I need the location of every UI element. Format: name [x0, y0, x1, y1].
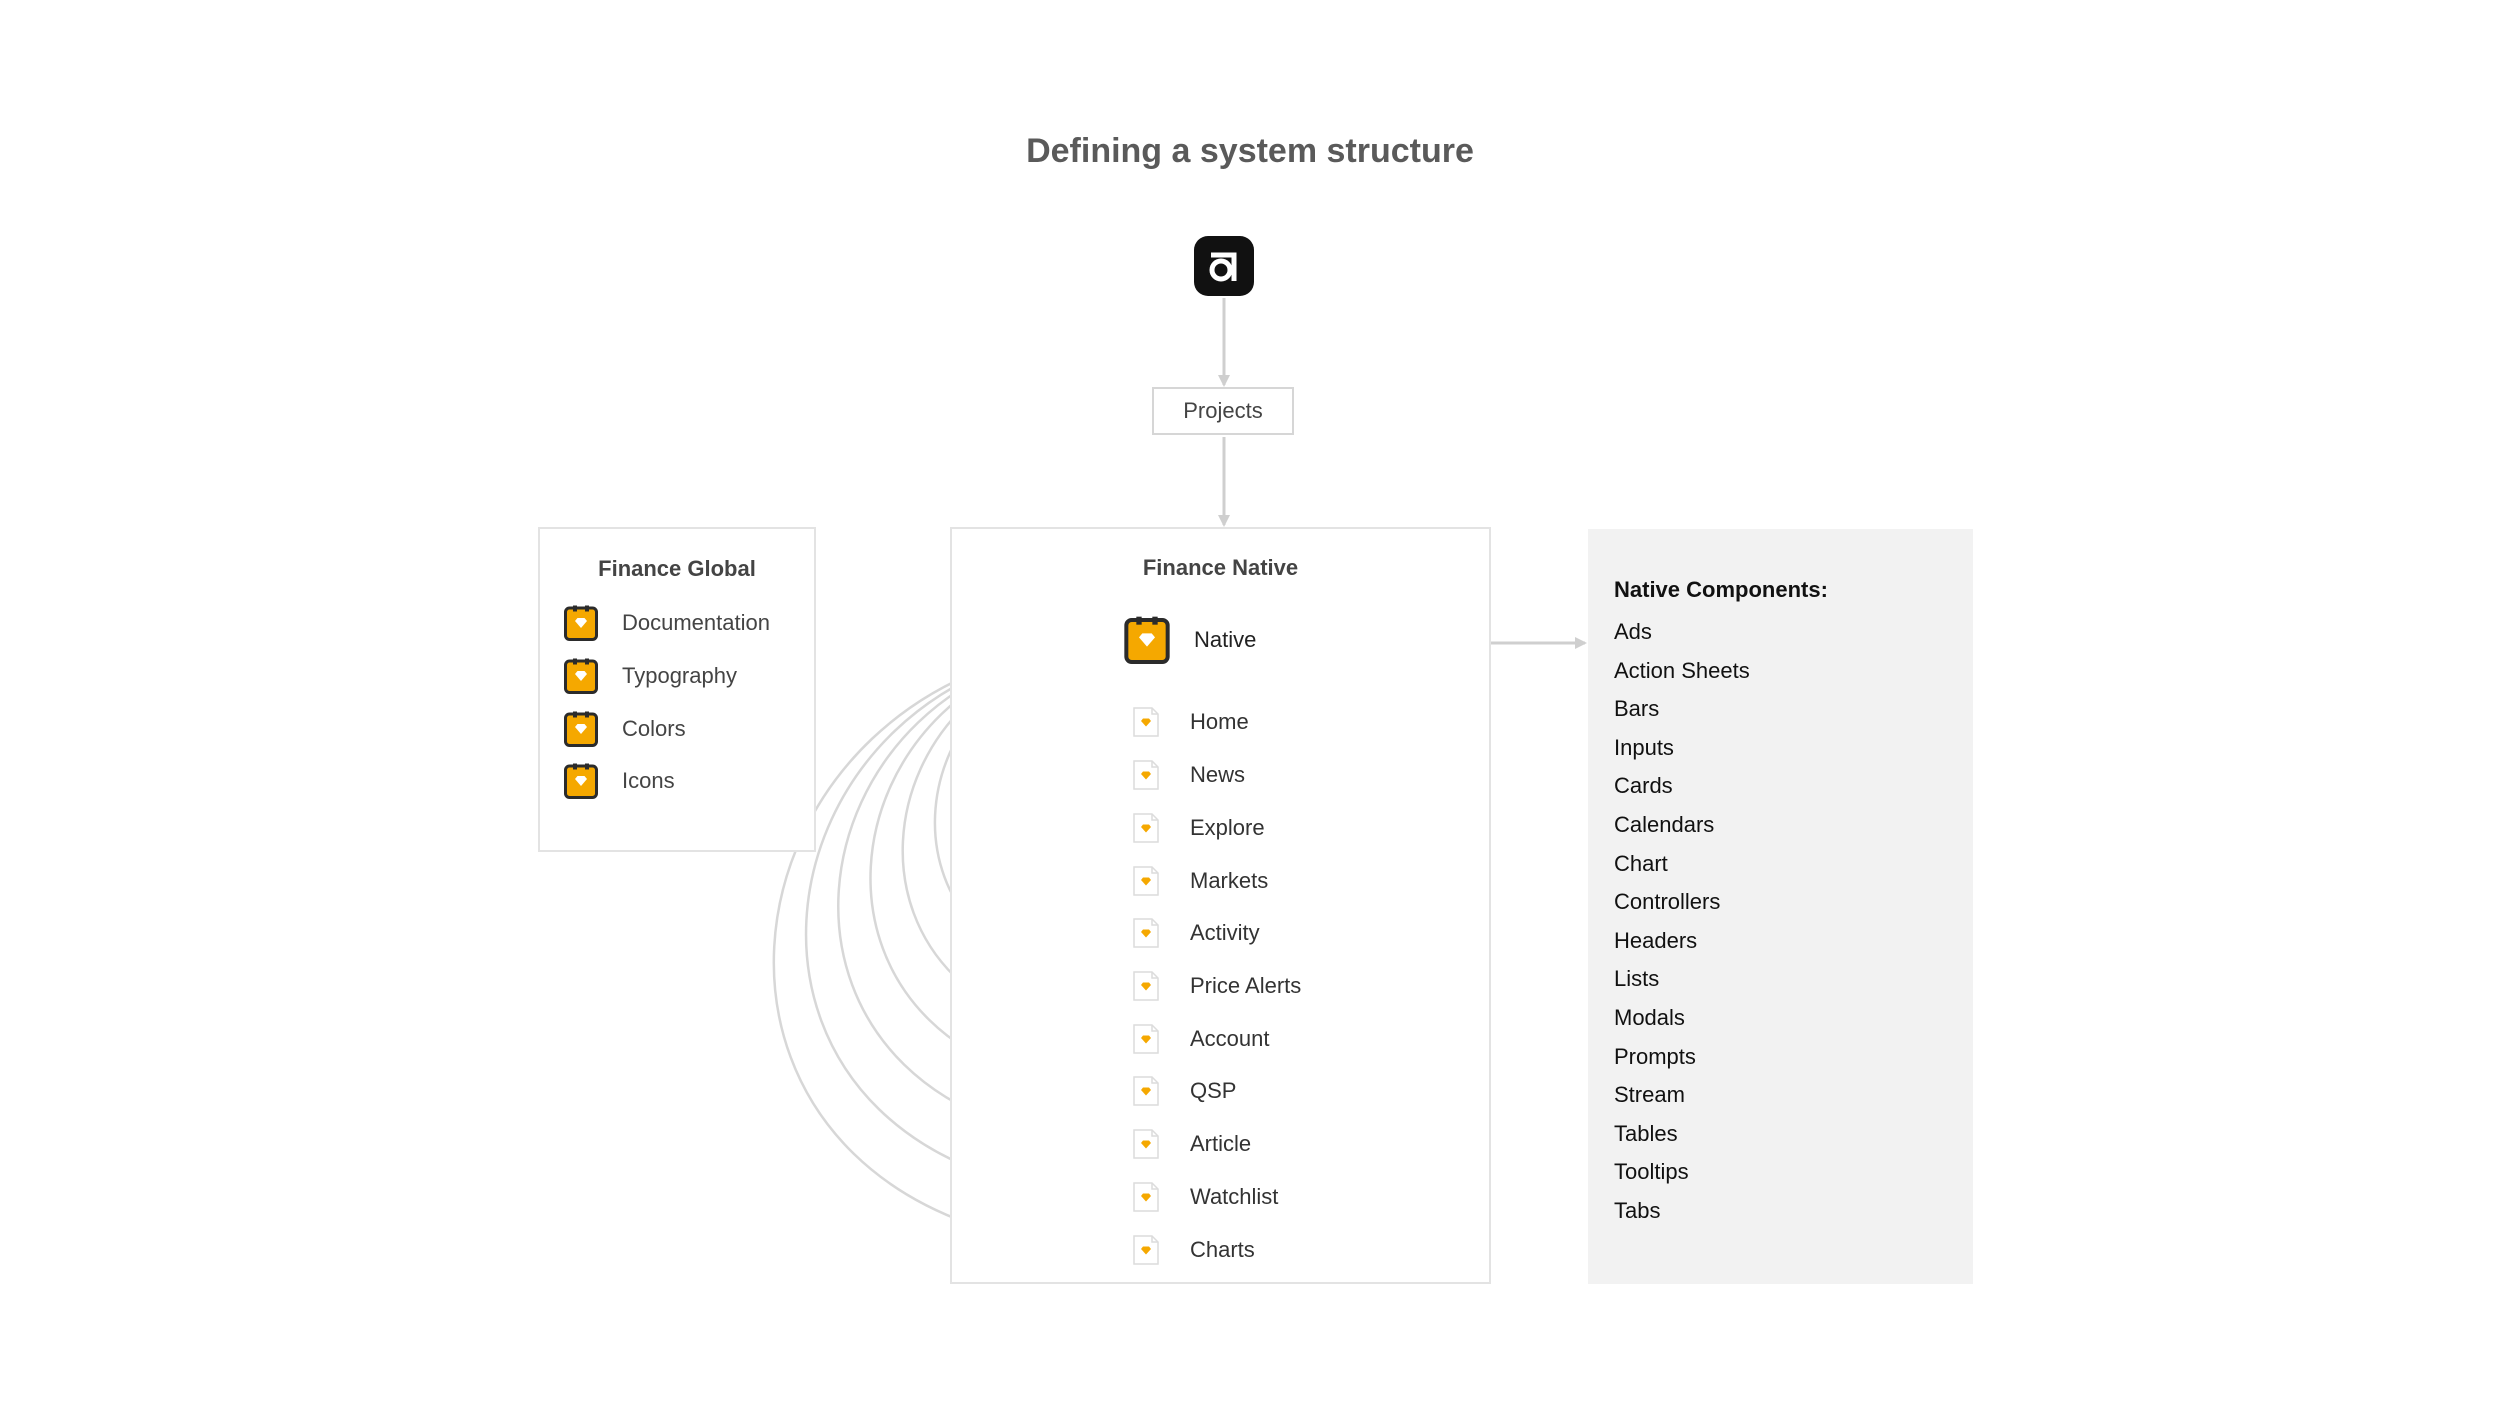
page-item-home[interactable]: Home: [1132, 706, 1249, 738]
component-item: Tabs: [1614, 1197, 1661, 1223]
global-item-typography[interactable]: Typography: [564, 658, 737, 694]
sketch-file-icon: [1132, 706, 1160, 738]
component-item: Tooltips: [1614, 1159, 1689, 1185]
page-item-label: Markets: [1190, 868, 1269, 893]
native-components-panel: Native Components: Ads Action Sheets Bar…: [1588, 529, 1973, 1284]
component-item: Modals: [1614, 1004, 1685, 1030]
sketch-library-icon: [1124, 616, 1170, 664]
sketch-file-icon: [1132, 1075, 1160, 1107]
sketch-library-icon: [564, 711, 598, 747]
page-item-price-alerts[interactable]: Price Alerts: [1132, 970, 1301, 1002]
page-item-label: Account: [1190, 1026, 1270, 1051]
native-components-list: Ads Action Sheets Bars Inputs Cards Cale…: [1614, 613, 1750, 1231]
native-library-label: Native: [1194, 627, 1257, 652]
component-item: Ads: [1614, 619, 1652, 644]
page-item-qsp[interactable]: QSP: [1132, 1075, 1236, 1107]
page-item-explore[interactable]: Explore: [1132, 812, 1265, 844]
page-item-label: Home: [1190, 709, 1249, 734]
component-item: Cards: [1614, 773, 1673, 799]
page-item-charts[interactable]: Charts: [1132, 1234, 1255, 1266]
sketch-library-icon: [564, 658, 598, 694]
page-item-label: Article: [1190, 1131, 1252, 1156]
page-item-news[interactable]: News: [1132, 759, 1245, 791]
page-item-activity[interactable]: Activity: [1132, 917, 1260, 949]
page-item-label: Charts: [1190, 1237, 1255, 1262]
component-item: Bars: [1614, 696, 1660, 722]
sketch-file-icon: [1132, 1128, 1160, 1160]
component-item: Controllers: [1614, 889, 1721, 915]
page-item-label: Price Alerts: [1190, 973, 1302, 998]
global-item-label: Icons: [622, 768, 675, 793]
component-item: Headers: [1614, 927, 1698, 953]
page-item-article[interactable]: Article: [1132, 1128, 1251, 1160]
sketch-file-icon: [1132, 865, 1160, 897]
global-item-label: Typography: [622, 663, 737, 688]
native-components-title: Native Components:: [1614, 577, 1828, 602]
page-item-label: QSP: [1190, 1078, 1237, 1103]
sketch-file-icon: [1132, 917, 1160, 949]
sketch-library-icon: [564, 763, 598, 799]
component-item: Stream: [1614, 1082, 1685, 1108]
sketch-file-icon: [1132, 970, 1160, 1002]
component-item: Inputs: [1614, 734, 1674, 760]
global-item-label: Documentation: [622, 610, 770, 635]
sketch-file-icon: [1132, 759, 1160, 791]
global-item-colors[interactable]: Colors: [564, 711, 686, 747]
page-item-label: Explore: [1190, 815, 1265, 840]
projects-node: Projects: [1152, 387, 1294, 435]
sketch-file-icon: [1132, 1234, 1160, 1266]
finance-global-panel: Finance Global Documentation Typography …: [538, 527, 816, 852]
page-item-account[interactable]: Account: [1132, 1023, 1270, 1055]
native-library-node[interactable]: Native: [1124, 616, 1256, 664]
projects-label: Projects: [1183, 398, 1263, 423]
global-item-icons[interactable]: Icons: [564, 763, 675, 799]
finance-global-title: Finance Global: [598, 556, 756, 581]
sketch-library-icon: [564, 605, 598, 641]
page-item-markets[interactable]: Markets: [1132, 865, 1268, 897]
sketch-file-icon: [1132, 812, 1160, 844]
global-item-documentation[interactable]: Documentation: [564, 605, 770, 641]
sketch-file-icon: [1132, 1023, 1160, 1055]
page-item-label: Watchlist: [1190, 1184, 1279, 1209]
page-item-watchlist[interactable]: Watchlist: [1132, 1181, 1278, 1213]
sketch-file-icon: [1132, 1181, 1160, 1213]
component-item: Action Sheets: [1614, 657, 1750, 683]
finance-native-title: Finance Native: [1142, 555, 1299, 580]
component-item: Tables: [1614, 1120, 1678, 1146]
global-item-label: Colors: [622, 716, 686, 741]
page-item-label: Activity: [1190, 920, 1260, 945]
component-item: Lists: [1614, 966, 1660, 992]
component-item: Calendars: [1614, 811, 1715, 837]
abstract-logo-icon: [1194, 236, 1254, 296]
component-item: Prompts: [1614, 1043, 1696, 1069]
component-item: Chart: [1614, 850, 1668, 876]
page-item-label: News: [1190, 762, 1246, 787]
